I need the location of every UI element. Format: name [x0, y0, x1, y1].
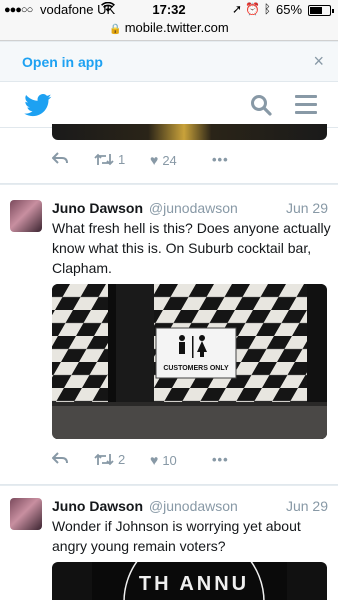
reply-button[interactable]	[52, 452, 68, 464]
search-icon[interactable]	[250, 94, 272, 121]
avatar[interactable]	[10, 200, 42, 232]
tweet-card[interactable]: Juno Dawson @junodawson Jun 29 What fres…	[0, 185, 338, 485]
more-options-button[interactable]: •••	[212, 152, 229, 167]
location-arrow-icon: ➚	[232, 2, 243, 16]
reply-icon	[52, 152, 68, 164]
tweet-author[interactable]: Juno Dawson @junodawson	[52, 200, 238, 216]
avatar[interactable]	[10, 498, 42, 530]
url-bar[interactable]: 🔒 mobile.twitter.com	[0, 20, 338, 41]
reply-icon	[52, 452, 68, 464]
url-domain: mobile.twitter.com	[124, 20, 229, 35]
alarm-clock-icon: ⏰	[245, 2, 261, 16]
battery-icon	[308, 5, 334, 16]
tweet-actions: 2 ♥ 10 •••	[52, 452, 252, 472]
more-dots-icon: •••	[212, 452, 229, 467]
lock-icon: 🔒	[109, 24, 122, 35]
tweet-actions: 1 ♥ 24 •••	[52, 152, 252, 172]
like-button[interactable]: ♥ 10	[150, 452, 177, 468]
author-name[interactable]: Juno Dawson	[52, 200, 143, 216]
tweet-date[interactable]: Jun 29	[286, 498, 328, 514]
tweet-date[interactable]: Jun 29	[286, 200, 328, 216]
tweet-text: Wonder if Johnson is worrying yet about …	[52, 518, 301, 554]
tweet-card[interactable]: 1 ♥ 24 •••	[0, 124, 338, 184]
tweet-card[interactable]: Juno Dawson @junodawson Jun 29 Wonder if…	[0, 486, 338, 600]
more-dots-icon: •••	[212, 152, 229, 167]
tweet-author[interactable]: Juno Dawson @junodawson	[52, 498, 238, 514]
menu-icon[interactable]	[295, 95, 317, 119]
author-handle[interactable]: @junodawson	[149, 498, 238, 514]
retweet-button[interactable]: 1	[94, 152, 125, 167]
open-in-app-link[interactable]: Open in app	[22, 54, 103, 70]
tweet-image[interactable]	[52, 124, 327, 140]
like-count: 10	[162, 452, 177, 468]
like-count: 24	[162, 152, 177, 168]
retweet-icon	[94, 153, 114, 166]
twitter-header	[0, 82, 338, 128]
twitter-bird-icon[interactable]	[24, 94, 52, 122]
retweet-count: 2	[118, 452, 126, 467]
heart-icon: ♥	[150, 152, 159, 168]
author-handle[interactable]: @junodawson	[149, 200, 238, 216]
author-name[interactable]: Juno Dawson	[52, 498, 143, 514]
tweet-image[interactable]: CUSTOMERS ONLY	[52, 284, 327, 439]
heart-icon: ♥	[150, 452, 159, 468]
tweet-image[interactable]: TH ANNU	[52, 562, 327, 600]
status-bar: ●●●○○ vodafone UK 17:32 ➚ ⏰ ᛒ 65%	[0, 0, 338, 20]
status-indicators: ➚ ⏰ ᛒ	[232, 2, 271, 16]
more-options-button[interactable]: •••	[212, 452, 229, 467]
bluetooth-icon: ᛒ	[263, 2, 271, 16]
close-icon[interactable]: ×	[313, 51, 324, 72]
open-in-app-banner: Open in app ×	[0, 42, 338, 82]
battery-level-fill	[310, 7, 322, 14]
retweet-count: 1	[118, 152, 126, 167]
reply-button[interactable]	[52, 152, 72, 164]
checkered-floor-photo: CUSTOMERS ONLY	[52, 284, 327, 439]
event-logo-photo: TH ANNU	[92, 562, 287, 600]
battery-percentage: 65%	[276, 2, 303, 17]
retweet-icon	[94, 453, 114, 466]
retweet-button[interactable]: 2	[94, 452, 125, 467]
tweet-text: What fresh hell is this? Does anyone act…	[52, 220, 331, 276]
image-text: TH ANNU	[139, 573, 249, 595]
sign-text: CUSTOMERS ONLY	[163, 365, 229, 372]
like-button[interactable]: ♥ 24	[150, 152, 177, 168]
